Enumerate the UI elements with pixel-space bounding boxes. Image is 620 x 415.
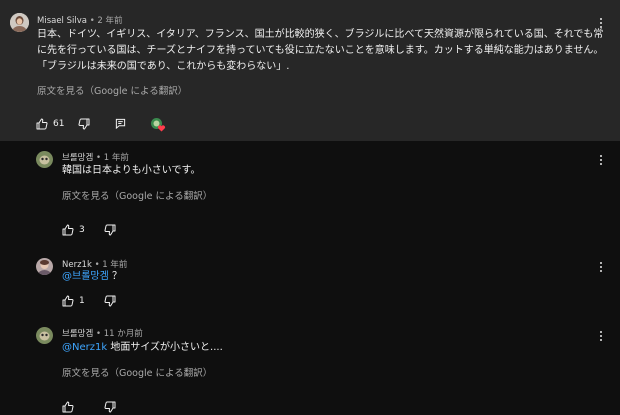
- comment-timestamp[interactable]: 2 年前: [97, 16, 122, 26]
- comment-text: 日本、ドイツ、イギリス、イタリア、フランス、国土が比較的狭く、ブラジルに比べて天…: [37, 27, 617, 75]
- like-button[interactable]: 1: [62, 295, 85, 307]
- avatar[interactable]: [10, 13, 29, 32]
- reply-button[interactable]: [115, 118, 126, 129]
- dislike-button[interactable]: [104, 224, 116, 236]
- meta-separator: •: [95, 153, 104, 163]
- thumb-down-icon: [78, 118, 90, 130]
- mention-link[interactable]: @Nerz1k: [62, 342, 107, 353]
- reply-timestamp[interactable]: 1 年前: [104, 153, 129, 163]
- like-count: 3: [79, 225, 85, 235]
- reply-meta: 브롤망겜 • 11 か月前: [62, 327, 143, 339]
- like-button[interactable]: 3: [62, 224, 85, 236]
- comment-meta: Misael Silva • 2 年前: [37, 14, 123, 26]
- thumb-down-icon: [104, 295, 116, 307]
- see-original-link[interactable]: 原文を見る（Google による翻訳）: [62, 188, 212, 202]
- comment-text-line: に先を行っている国は、チーズとナイフを持っていても役に立たないことを意味します。…: [37, 45, 604, 56]
- like-count: 61: [53, 119, 65, 129]
- reply-icon: [115, 118, 126, 129]
- dislike-button[interactable]: [104, 295, 116, 307]
- more-vert-icon[interactable]: [596, 329, 606, 343]
- meta-separator: •: [95, 329, 104, 339]
- dislike-button[interactable]: [78, 118, 90, 130]
- reply-text: 韓国は日本よりも小さいです。: [62, 165, 201, 176]
- reply-text: @브롤망겜 ？: [62, 269, 122, 285]
- reply-timestamp[interactable]: 11 か月前: [104, 329, 143, 339]
- mention-link[interactable]: @브롤망겜: [62, 271, 109, 282]
- more-vert-icon[interactable]: [596, 260, 606, 274]
- like-button[interactable]: 61: [36, 118, 64, 130]
- reply-text-content: ？: [112, 271, 122, 282]
- thumb-down-icon: [104, 224, 116, 236]
- reply-text: @Nerz1k 地面サイズが小さいと....: [62, 340, 223, 356]
- thumb-up-icon: [62, 224, 74, 236]
- avatar[interactable]: [36, 327, 53, 344]
- highlighted-comment: Misael Silva • 2 年前 日本、ドイツ、イギリス、イタリア、フラン…: [0, 0, 620, 141]
- reply-author[interactable]: 브롤망겜: [62, 329, 93, 339]
- thumb-up-icon: [62, 401, 74, 413]
- like-count: 1: [79, 296, 85, 306]
- thumb-down-icon: [104, 401, 116, 413]
- comment-text-line: 「ブラジルは未来の国であり、これからも変わらない」.: [37, 61, 290, 72]
- avatar[interactable]: [36, 258, 53, 275]
- reply-text-content: 地面サイズが小さいと....: [110, 342, 223, 353]
- see-original-link[interactable]: 原文を見る（Google による翻訳）: [37, 83, 187, 97]
- thumb-up-icon: [62, 295, 74, 307]
- reply-meta: 브롤망겜 • 1 年前: [62, 151, 129, 163]
- more-vert-icon[interactable]: [596, 153, 606, 167]
- comment-text-line: 日本、ドイツ、イギリス、イタリア、フランス、国土が比較的狭く、ブラジルに比べて天…: [37, 29, 604, 40]
- reply-author[interactable]: 브롤망겜: [62, 153, 93, 163]
- thumb-up-icon: [36, 118, 48, 130]
- like-button[interactable]: [62, 401, 74, 413]
- creator-heart-icon: [150, 117, 166, 132]
- dislike-button[interactable]: [104, 401, 116, 413]
- avatar[interactable]: [36, 151, 53, 168]
- see-original-link[interactable]: 原文を見る（Google による翻訳）: [62, 365, 212, 379]
- comment-author[interactable]: Misael Silva: [37, 16, 87, 26]
